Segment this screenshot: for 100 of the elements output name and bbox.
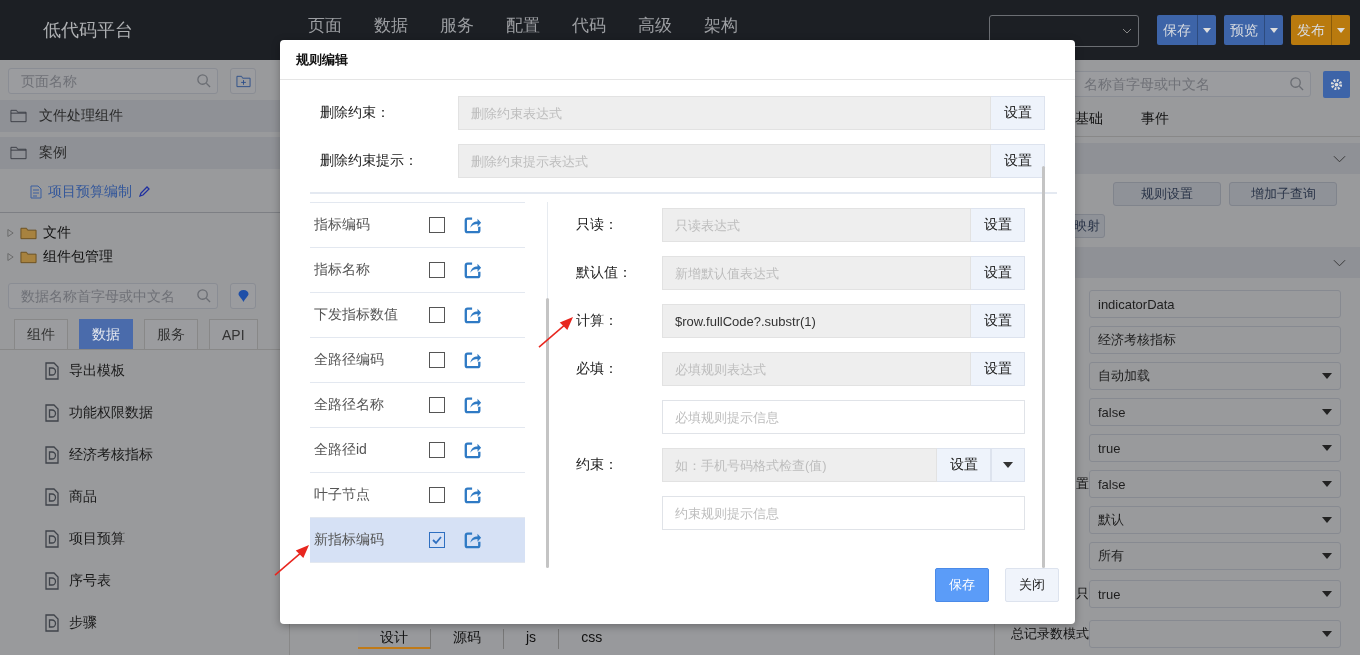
property-field[interactable]: [1089, 620, 1341, 648]
set-button[interactable]: 设置: [971, 256, 1025, 290]
checkbox[interactable]: [429, 307, 445, 323]
set-button[interactable]: 设置: [971, 352, 1025, 386]
tab[interactable]: 服务: [144, 319, 198, 349]
tab[interactable]: 组件: [14, 319, 68, 349]
folder-label: 案例: [39, 144, 67, 162]
field-label: 必填：: [576, 360, 618, 376]
split-button[interactable]: 预览: [1224, 15, 1283, 45]
set-button[interactable]: 设置: [971, 208, 1025, 242]
action-button[interactable]: 增加子查询: [1229, 182, 1337, 206]
tab[interactable]: 数据: [79, 319, 133, 349]
field-row[interactable]: 新指标编码: [310, 518, 525, 563]
settings-button[interactable]: [1323, 70, 1350, 98]
data-file-icon: [45, 614, 59, 632]
dropdown-button[interactable]: [991, 448, 1025, 482]
property-field[interactable]: 自动加载: [1089, 362, 1341, 390]
add-folder-button[interactable]: [230, 68, 256, 94]
property-label: 只: [1076, 586, 1089, 601]
edit-icon[interactable]: [464, 261, 482, 279]
nav-link[interactable]: 页面: [308, 14, 342, 37]
set-button[interactable]: 设置: [937, 448, 991, 482]
checkbox[interactable]: [429, 442, 445, 458]
edit-icon[interactable]: [464, 216, 482, 234]
tab[interactable]: 事件: [1141, 110, 1169, 128]
nav-link[interactable]: 数据: [374, 14, 408, 37]
set-button[interactable]: 设置: [991, 144, 1045, 178]
checkbox[interactable]: [429, 397, 445, 413]
folder-plus-icon: [235, 74, 251, 88]
edit-icon[interactable]: [464, 396, 482, 414]
checkbox[interactable]: [429, 262, 445, 278]
field-row[interactable]: 全路径编码: [310, 338, 525, 383]
checkbox[interactable]: [429, 217, 445, 233]
data-item[interactable]: 序号表: [0, 560, 111, 602]
data-item[interactable]: 经济考核指标: [0, 434, 153, 476]
nav-link[interactable]: 高级: [638, 14, 672, 37]
field-row[interactable]: 全路径名称: [310, 383, 525, 428]
property-field[interactable]: 默认: [1089, 506, 1341, 534]
caret-down-icon: [1203, 27, 1211, 33]
field-row[interactable]: 指标编码: [310, 203, 525, 248]
chevron-down-icon: [1122, 28, 1132, 34]
edit-icon[interactable]: [464, 351, 482, 369]
checkbox[interactable]: [429, 487, 445, 503]
edit-icon[interactable]: [464, 486, 482, 504]
nav-link[interactable]: 代码: [572, 14, 606, 37]
field-name: 全路径id: [314, 441, 368, 459]
property-field[interactable]: true: [1089, 580, 1341, 608]
data-item[interactable]: 步骤: [0, 602, 97, 644]
property-field[interactable]: 所有: [1089, 542, 1341, 570]
tree-item[interactable]: 文件: [0, 221, 71, 245]
property-field[interactable]: 经济考核指标: [1089, 326, 1341, 354]
field-row[interactable]: 下发指标数值: [310, 293, 525, 338]
data-item[interactable]: 功能权限数据: [0, 392, 153, 434]
edit-icon[interactable]: [464, 441, 482, 459]
folder-icon: [20, 250, 37, 264]
document-icon: [30, 185, 42, 199]
data-item[interactable]: 商品: [0, 476, 97, 518]
data-file-icon: [45, 362, 59, 380]
property-field[interactable]: false: [1089, 470, 1341, 498]
field-row[interactable]: 指标名称: [310, 248, 525, 293]
annotation-arrow: [537, 315, 575, 349]
tree-item[interactable]: 组件包管理: [0, 245, 113, 269]
tab[interactable]: css: [559, 628, 625, 649]
checkbox[interactable]: [429, 532, 445, 548]
field-label: 约束：: [576, 456, 618, 472]
edit-icon[interactable]: [464, 306, 482, 324]
annotation-arrow: [273, 543, 311, 577]
tab[interactable]: 设计: [358, 628, 431, 649]
caret-down-icon: [1322, 591, 1332, 597]
checkbox[interactable]: [429, 352, 445, 368]
field-name: 新指标编码: [314, 531, 385, 549]
action-button[interactable]: 规则设置: [1113, 182, 1221, 206]
dialog-button[interactable]: 关闭: [1005, 568, 1059, 602]
property-label: 总记录数模式: [1011, 626, 1089, 641]
edit-icon[interactable]: [464, 531, 482, 549]
property-field[interactable]: false: [1089, 398, 1341, 426]
set-button[interactable]: 设置: [991, 96, 1045, 130]
tab[interactable]: 基础: [1075, 110, 1103, 128]
message-field[interactable]: 必填规则提示信息: [662, 400, 1025, 434]
data-item[interactable]: 项目预算: [0, 518, 125, 560]
data-file-icon: [45, 530, 59, 548]
split-button[interactable]: 保存: [1157, 15, 1216, 45]
nav-link[interactable]: 服务: [440, 14, 474, 37]
nav-link[interactable]: 架构: [704, 14, 738, 37]
nav-link[interactable]: 配置: [506, 14, 540, 37]
tab[interactable]: 源码: [431, 628, 504, 649]
caret-down-icon: [1270, 27, 1278, 33]
set-button[interactable]: 设置: [971, 304, 1025, 338]
tab[interactable]: js: [504, 628, 560, 649]
caret-down-icon: [1322, 553, 1332, 559]
property-field[interactable]: true: [1089, 434, 1341, 462]
tab[interactable]: API: [209, 319, 258, 349]
chevron-down-icon: [1333, 258, 1346, 267]
pin-button[interactable]: [230, 283, 256, 309]
field-label: 计算：: [576, 312, 618, 328]
field-row[interactable]: 全路径id: [310, 428, 525, 473]
property-field[interactable]: indicatorData: [1089, 290, 1341, 318]
app-title: 低代码平台: [43, 19, 134, 42]
data-item[interactable]: 导出模板: [0, 350, 125, 392]
message-field[interactable]: 约束规则提示信息: [662, 496, 1025, 530]
